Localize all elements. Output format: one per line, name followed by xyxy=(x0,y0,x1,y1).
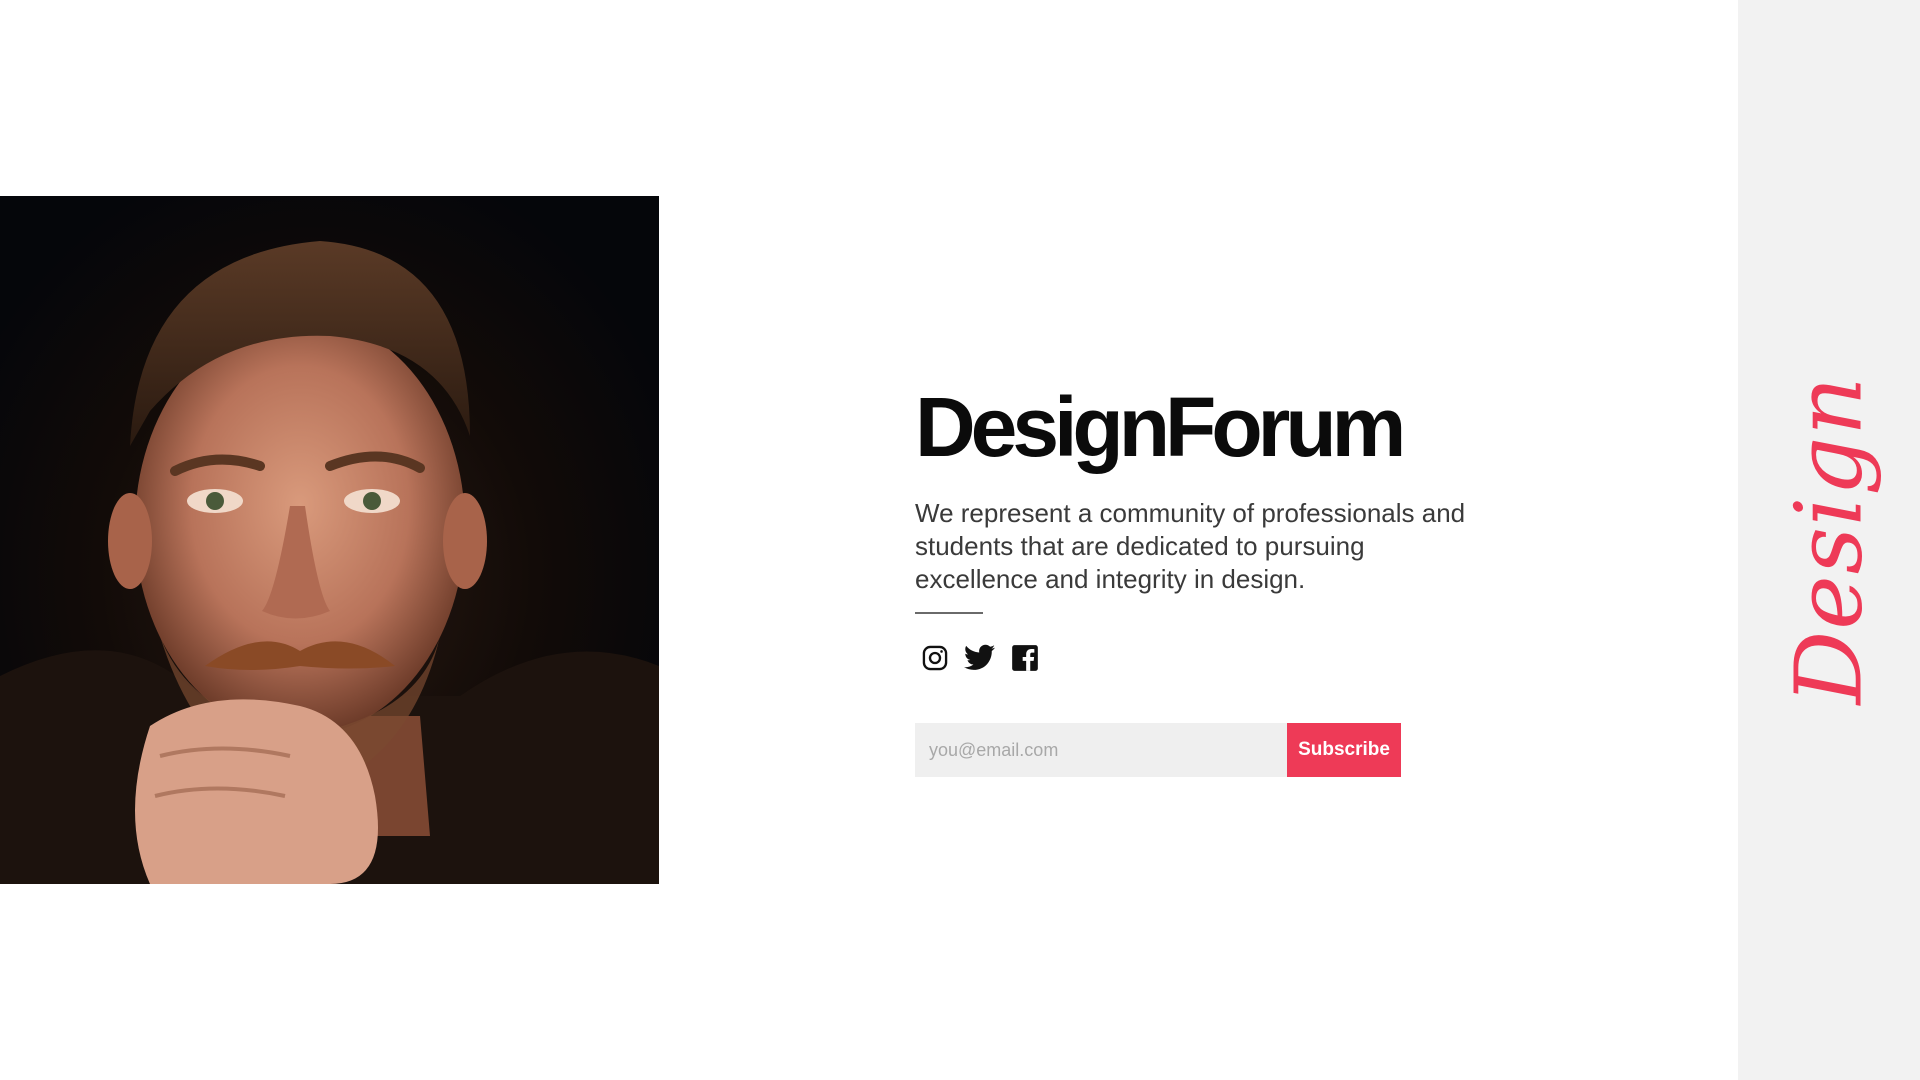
side-rail: Design xyxy=(1738,0,1920,1080)
facebook-icon[interactable] xyxy=(1009,642,1040,673)
instagram-icon[interactable] xyxy=(919,642,950,673)
divider xyxy=(915,612,983,614)
portrait-photo xyxy=(0,196,659,884)
landing-page: DesignForum We represent a community of … xyxy=(0,0,1920,1080)
twitter-icon[interactable] xyxy=(964,642,995,673)
brand-title: DesignForum xyxy=(915,380,1406,474)
rail-design-word: Design xyxy=(1775,375,1883,705)
hero-description: We represent a community of professional… xyxy=(915,498,1466,594)
portrait-illustration xyxy=(0,241,659,884)
subscribe-form: Subscribe xyxy=(915,723,1401,777)
email-field[interactable] xyxy=(915,723,1287,777)
subscribe-button[interactable]: Subscribe xyxy=(1287,723,1401,777)
social-links xyxy=(919,642,1475,673)
hero-content: DesignForum We represent a community of … xyxy=(915,385,1475,777)
